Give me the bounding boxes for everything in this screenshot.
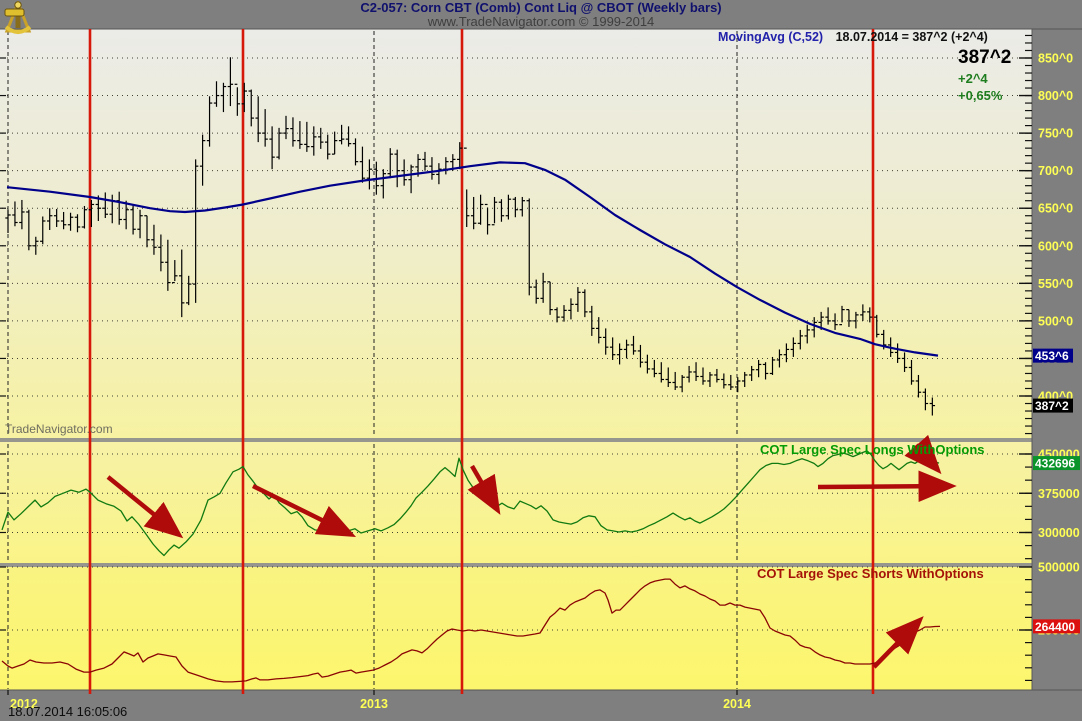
price-axis-label: 650^0 (1038, 202, 1073, 216)
change-points: +2^4 (958, 71, 988, 86)
chart-canvas[interactable]: 850^0 800^0 750^0 700^0 650^0 600^0 550^0 500^0… (0, 0, 1082, 721)
indicator-row: MovingAvg (C,52) 18.07.2014 = 387^2 (+2^… (718, 30, 988, 44)
copyright-line: www.TradeNavigator.com © 1999-2014 (427, 14, 655, 29)
price-axis-label: 600^0 (1038, 239, 1073, 253)
cot_longs-axis-label: 375000 (1038, 487, 1080, 501)
trend-arrow[interactable] (817, 470, 957, 502)
value-box-text: 387^2 (1035, 399, 1069, 413)
chart-title: C2-057: Corn CBT (Comb) Cont Liq @ CBOT … (360, 0, 722, 15)
indicator-value: 18.07.2014 = 387^2 (+2^4) (835, 30, 988, 44)
status-timestamp: 18.07.2014 16:05:06 (8, 704, 128, 719)
quote-block: 387^2 +2^4 +0,65% (958, 46, 1011, 104)
header-bar: C2-057: Corn CBT (Comb) Cont Liq @ CBOT … (0, 0, 1082, 29)
main-price-panel[interactable] (0, 29, 1032, 438)
cot-shorts-title: COT Large Spec Shorts WithOptions (757, 566, 984, 581)
trade-navigator-window: 850^0 800^0 750^0 700^0 650^0 600^0 550^0 500^0… (0, 0, 1082, 721)
year-label-2013: 2013 (360, 697, 388, 711)
watermark: TradeNavigator.com (5, 422, 113, 436)
price-axis-label: 800^0 (1038, 89, 1073, 103)
change-percent: +0,65% (958, 88, 1003, 103)
indicator-name[interactable]: MovingAvg (C,52) (718, 30, 823, 44)
cot_longs-axis-label: 300000 (1038, 526, 1080, 540)
cot-longs-panel[interactable] (0, 442, 1032, 563)
value-box-text: 264400 (1035, 620, 1075, 634)
x-axis-background (0, 690, 1082, 721)
value-box-text: 453^6 (1035, 349, 1069, 363)
year-label-2014: 2014 (723, 697, 751, 711)
cot-shorts-panel[interactable] (0, 567, 1032, 690)
price-axis-label: 500^0 (1038, 314, 1073, 328)
price-axis-label: 700^0 (1038, 164, 1073, 178)
price-axis-label: 750^0 (1038, 127, 1073, 141)
cot_shorts-axis-label: 500000 (1038, 561, 1080, 575)
last-price: 387^2 (958, 47, 1012, 68)
price-axis-label: 850^0 (1038, 52, 1073, 66)
price-axis-label: 550^0 (1038, 277, 1073, 291)
cot-longs-title: COT Large Spec Longs WithOptions (760, 442, 985, 457)
value-box-text: 432696 (1035, 457, 1075, 471)
